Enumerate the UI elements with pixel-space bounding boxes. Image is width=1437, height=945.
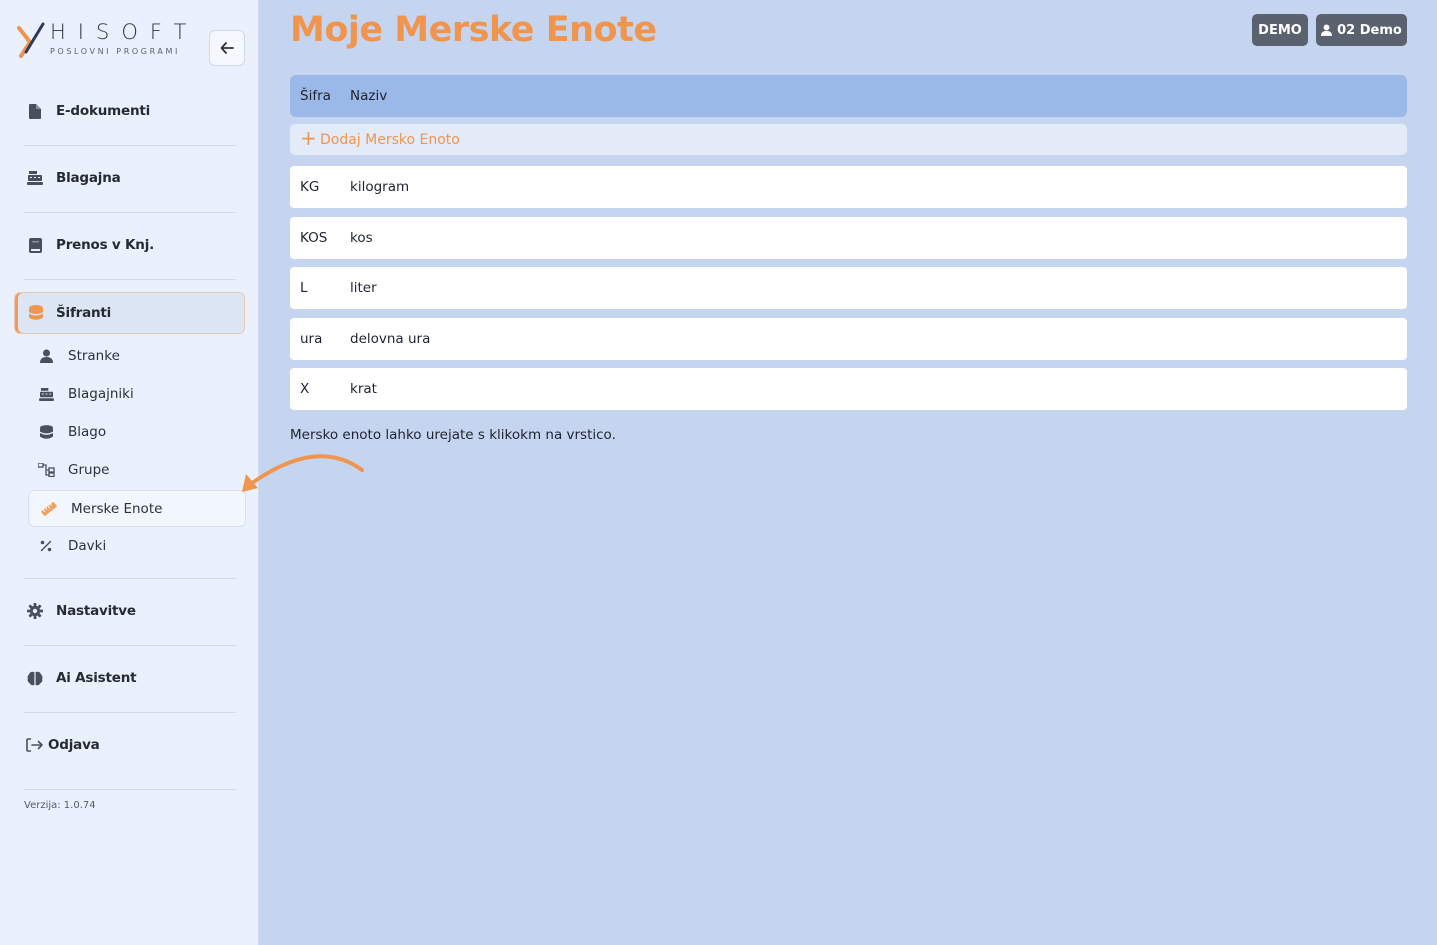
add-unit-label: Dodaj Mersko Enoto [320,131,460,148]
cell-name: liter [350,280,377,296]
cell-name: delovna ura [350,331,431,347]
collapse-sidebar-button[interactable] [209,30,245,66]
database-icon [36,424,56,440]
nav-item-label: Šifranti [56,305,112,321]
gear-icon [24,603,46,619]
plus-icon: + [300,126,317,150]
hisoft-logo: HISOFT POSLOVNI PROGRAMI [16,18,196,62]
table-row[interactable]: KG kilogram [290,166,1407,208]
sub-item-label: Stranke [68,348,120,364]
nav-item-prenos-v-knj[interactable]: Prenos v Knj. [22,228,237,262]
sub-item-label: Merske Enote [71,500,163,517]
sub-item-label: Davki [68,538,107,554]
database-icon [25,305,47,321]
document-icon [24,103,46,119]
sitemap-icon [36,463,56,477]
divider [24,145,236,146]
sidebar: HISOFT POSLOVNI PROGRAMI E-dokumenti Bla… [0,0,259,945]
nav-item-label: Nastavitve [56,603,136,619]
sub-item-label: Blago [68,424,107,440]
nav-item-ai-asistent[interactable]: Ai Asistent [22,661,237,695]
cell-code: ura [300,331,323,347]
table-row[interactable]: L liter [290,267,1407,309]
hint-text: Mersko enoto lahko urejate s klikokm na … [290,427,616,443]
sub-item-grupe[interactable]: Grupe [36,455,236,485]
demo-button[interactable]: DEMO [1252,14,1308,46]
version-label: Verzija: 1.0.74 [24,800,96,811]
ruler-icon [39,501,59,516]
logo-mark-icon [17,22,45,58]
sub-item-davki[interactable]: Davki [36,531,236,561]
sub-item-blagajniki[interactable]: Blagajniki [36,379,236,409]
divider [24,712,236,713]
logo-tagline: POSLOVNI PROGRAMI [50,47,180,56]
nav-item-e-dokumenti[interactable]: E-dokumenti [22,94,237,128]
page-title: Moje Merske Enote [290,10,657,50]
nav-item-label: Prenos v Knj. [56,237,155,253]
cell-code: X [300,381,310,397]
nav-item-blagajna[interactable]: Blagajna [22,161,237,195]
add-unit-button[interactable]: + Dodaj Mersko Enoto [290,124,1407,155]
annotation-arrow-icon [242,454,364,492]
cell-code: KG [300,179,320,195]
column-header-sifra[interactable]: Šifra [300,88,331,104]
table-row[interactable]: ura delovna ura [290,318,1407,360]
table-header: Šifra Naziv [290,75,1407,117]
user-icon [36,349,56,363]
divider [24,279,236,280]
nav-item-nastavitve[interactable]: Nastavitve [22,594,237,628]
nav-item-label: E-dokumenti [56,103,151,119]
nav-item-label: Ai Asistent [56,670,137,686]
divider [24,789,236,790]
column-header-naziv[interactable]: Naziv [350,88,387,104]
divider [24,578,236,579]
divider [24,212,236,213]
logo-text: HISOFT [50,20,199,44]
user-icon [1321,24,1333,36]
cell-code: KOS [300,230,328,246]
nav-item-odjava[interactable]: Odjava [22,728,237,762]
cash-register-icon [36,387,56,401]
user-button[interactable]: 02 Demo [1316,14,1407,46]
nav-item-sifranti[interactable]: Šifranti [14,292,245,334]
nav-item-label: Blagajna [56,170,121,186]
table-row[interactable]: X krat [290,368,1407,410]
cell-code: L [300,280,308,296]
user-label: 02 Demo [1337,22,1402,38]
cell-name: kos [350,230,373,246]
cash-register-icon [24,171,46,185]
arrow-left-icon [220,42,234,54]
sub-item-blago[interactable]: Blago [36,417,236,447]
sub-item-label: Blagajniki [68,386,134,402]
cell-name: krat [350,381,377,397]
percent-icon [36,540,56,552]
table-row[interactable]: KOS kos [290,217,1407,259]
book-icon [24,237,46,253]
cell-name: kilogram [350,179,410,195]
sub-item-stranke[interactable]: Stranke [36,341,236,371]
sub-item-merske-enote[interactable]: Merske Enote [28,490,246,527]
divider [24,645,236,646]
nav-item-label: Odjava [48,737,100,753]
sub-item-label: Grupe [68,462,110,478]
logout-icon [24,738,46,752]
brain-icon [24,671,46,686]
